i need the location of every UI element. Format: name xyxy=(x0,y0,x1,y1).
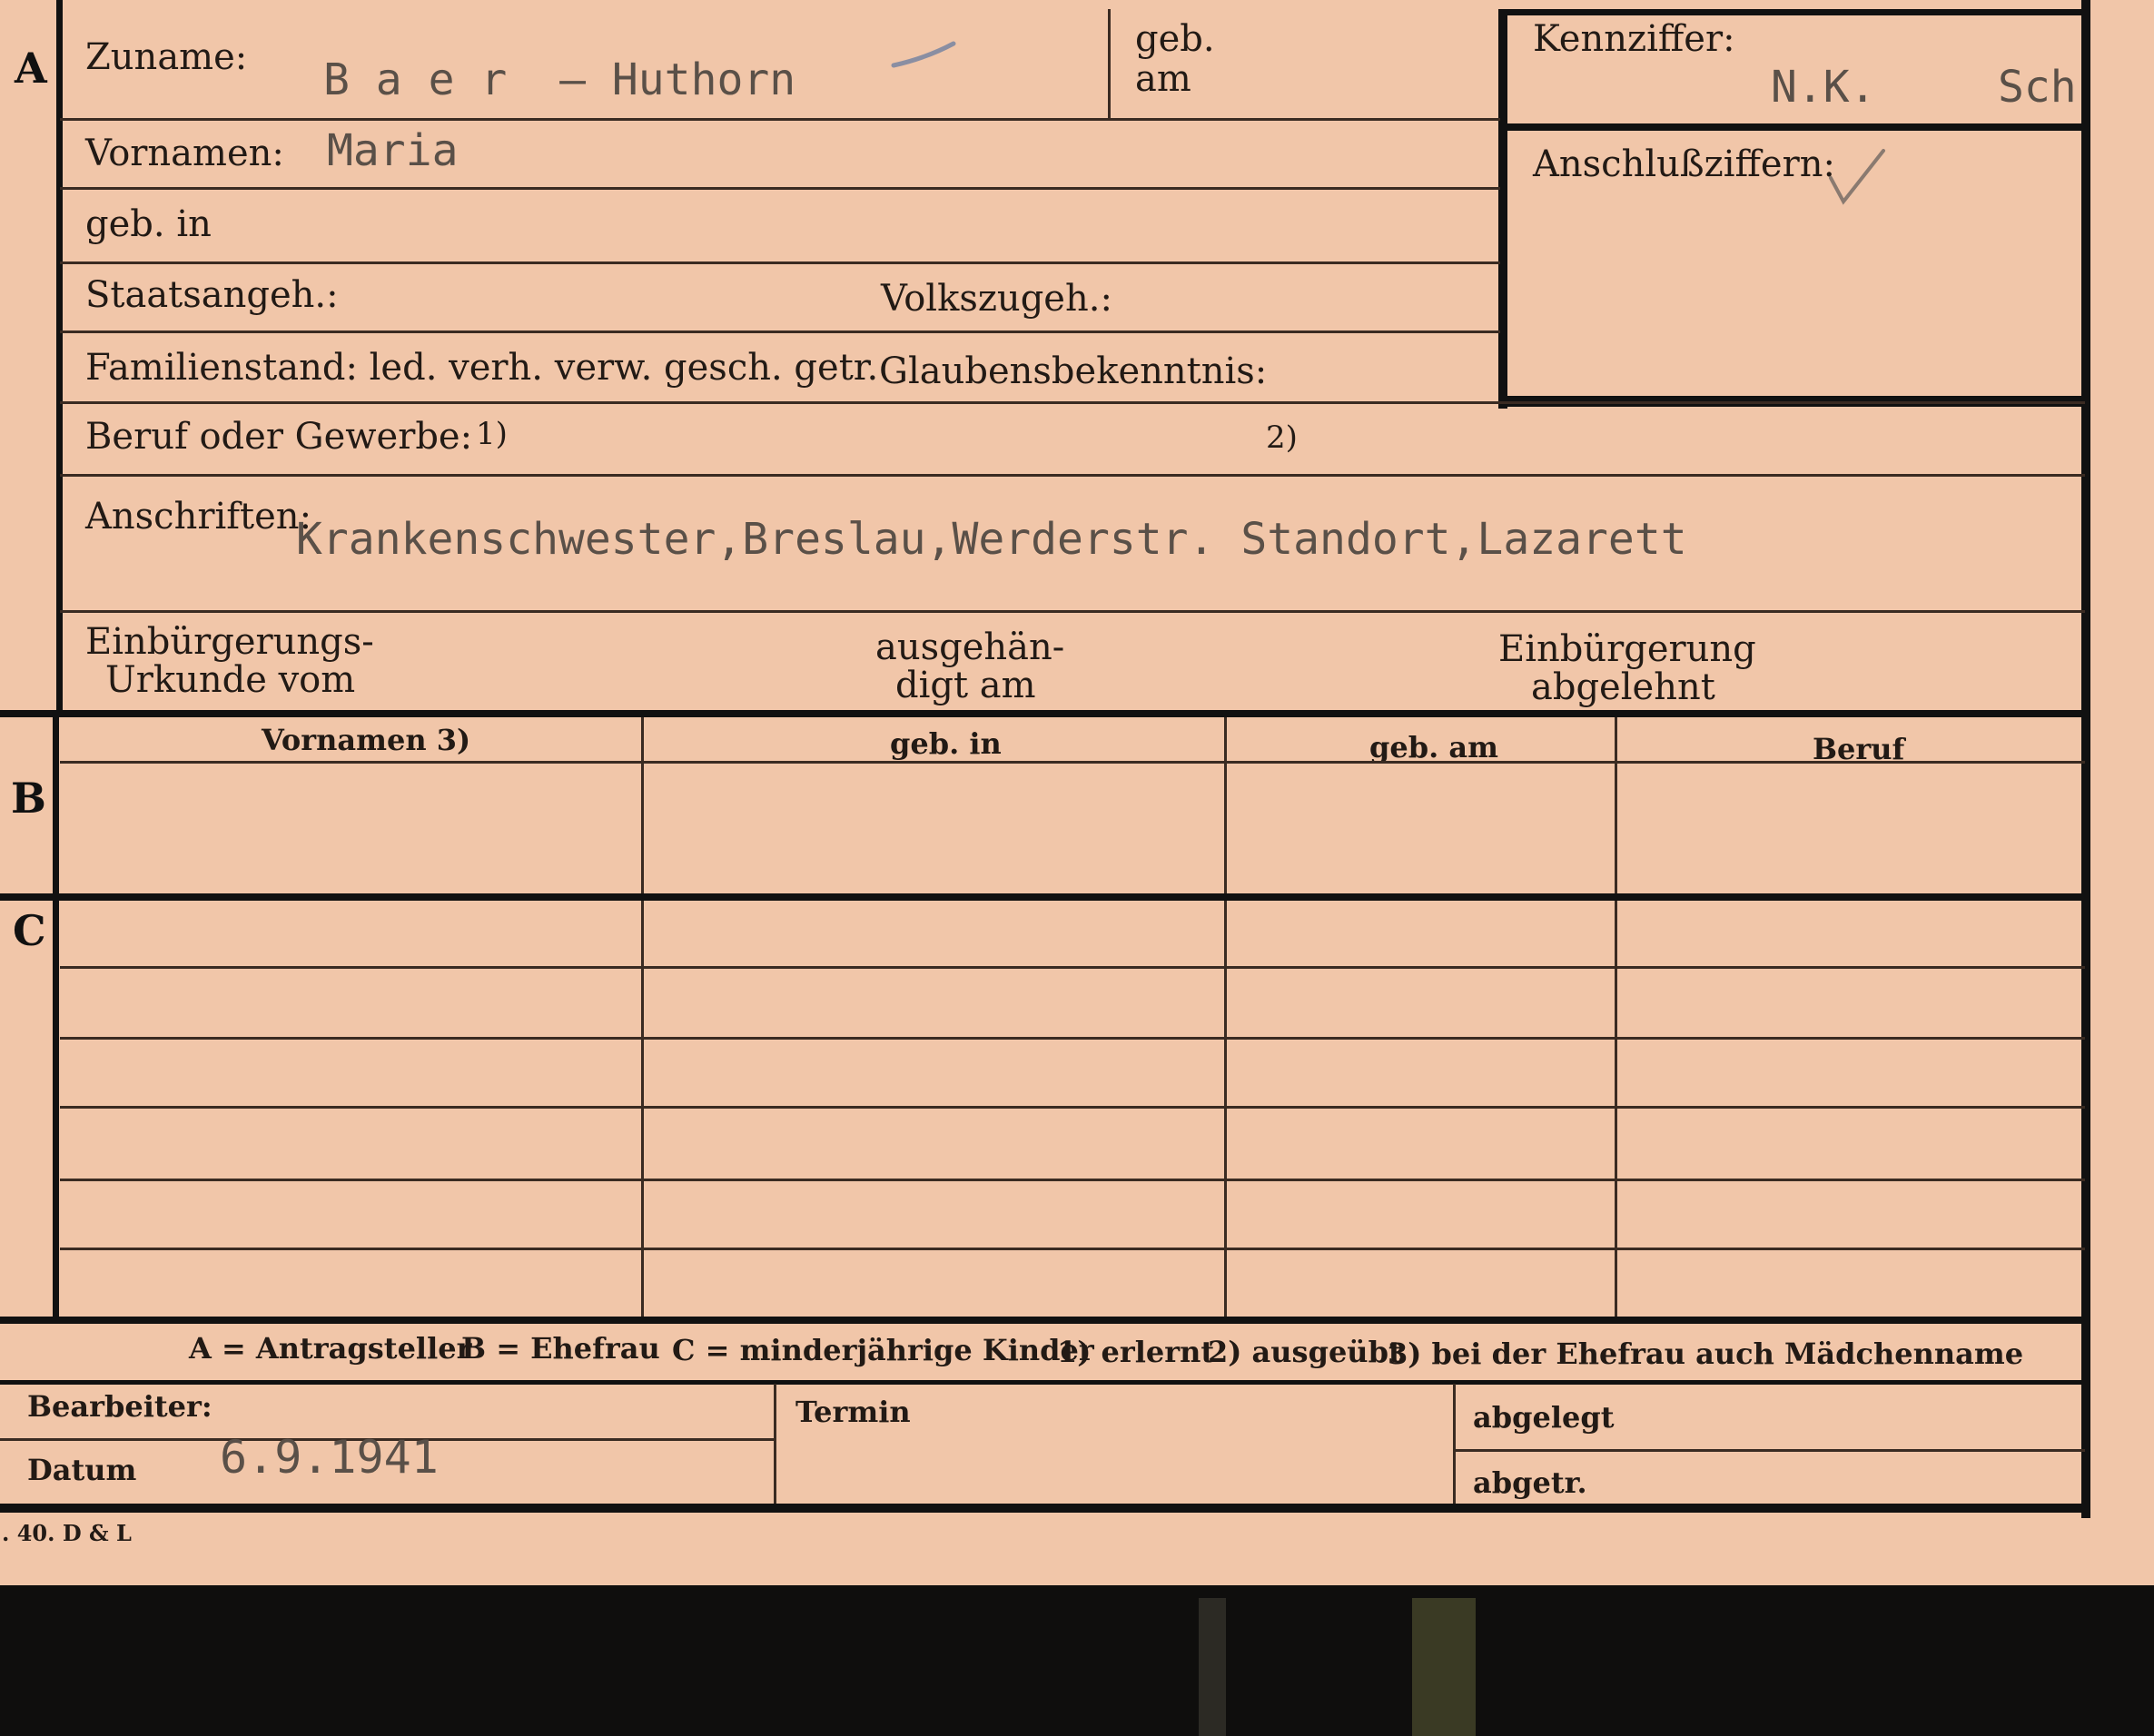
abgelegt-label: abgelegt xyxy=(1473,1400,1615,1435)
printer-mark: . 40. D & L xyxy=(2,1520,132,1546)
legend-bottom-rule xyxy=(0,1380,2090,1385)
footer-divider-1 xyxy=(774,1384,776,1504)
table-header-rule xyxy=(60,761,2085,764)
tick-mark-icon xyxy=(891,41,956,68)
table-col-divider-3 xyxy=(1615,717,1617,1317)
beruf-note-2: 2) xyxy=(1266,419,1298,456)
table-c-rule-1 xyxy=(60,966,2085,969)
rule-row7 xyxy=(60,610,2085,613)
bearbeiter-label: Bearbeiter: xyxy=(27,1389,212,1424)
ausgehaendigt-label-1: ausgehän- xyxy=(875,626,1065,668)
legend-b: B = Ehefrau xyxy=(461,1331,660,1366)
footer-abgelegt-rule xyxy=(1453,1449,2085,1452)
beruf-label: Beruf oder Gewerbe: xyxy=(85,416,473,458)
card-border-top-right xyxy=(1504,9,2090,15)
kennziffer-value-nk: N.K. xyxy=(1771,62,1876,113)
card-border-right xyxy=(2081,0,2090,1518)
table-col-divider-1 xyxy=(641,717,644,1317)
abgetr-label: abgetr. xyxy=(1473,1465,1587,1500)
zuname-label: Zuname: xyxy=(85,36,248,78)
ausgehaendigt-label-2: digt am xyxy=(895,665,1036,706)
zuname-value: B a e r – Huthorn xyxy=(323,54,796,105)
familienstand-label: Familienstand: led. verh. verw. gesch. g… xyxy=(85,347,879,389)
section-b-marker: B xyxy=(11,774,46,823)
volkszugeh-label: Volkszugeh.: xyxy=(881,278,1112,320)
anschlussziffern-label: Anschlußziffern: xyxy=(1533,143,1835,185)
termin-label: Termin xyxy=(795,1395,911,1429)
scanner-background xyxy=(0,1585,2154,1736)
kennziffer-box-left xyxy=(1498,9,1507,409)
anschriften-label: Anschriften: xyxy=(85,496,312,538)
legend-a: A = Antragsteller xyxy=(189,1331,472,1366)
vornamen-value: Maria xyxy=(327,125,459,176)
legend-c: C = minderjährige Kinder xyxy=(672,1333,1094,1367)
abgelehnt-label-2: abgelehnt xyxy=(1531,666,1715,708)
table-col-divider-2 xyxy=(1224,717,1227,1317)
legend-top-rule xyxy=(0,1317,2090,1324)
table-c-rule-5 xyxy=(60,1248,2085,1250)
table-c-rule-4 xyxy=(60,1179,2085,1181)
section-ab-divider xyxy=(0,710,2090,717)
table-c-rule-2 xyxy=(60,1037,2085,1040)
abgelehnt-label-1: Einbürgerung xyxy=(1498,628,1756,670)
datum-value: 6.9.1941 xyxy=(220,1431,439,1484)
rule-row4 xyxy=(60,330,1500,333)
table-header-geb-in: geb. in xyxy=(890,726,1002,761)
kennziffer-value-sch: Sch xyxy=(1998,62,2077,113)
geb-am-label-1: geb. xyxy=(1135,18,1215,60)
beruf-note-1: 1) xyxy=(476,416,508,452)
rule-row5 xyxy=(60,401,2085,404)
anschriften-value: Krankenschwester,Breslau,Werderstr. Stan… xyxy=(296,514,1687,565)
legend-note-1: 1) erlernt xyxy=(1057,1335,1215,1369)
index-card: A Kennziffer: N.K. Sch Anschlußziffern: … xyxy=(0,0,2154,1585)
section-a-marker: A xyxy=(15,44,47,93)
scanner-shadow-2 xyxy=(1412,1598,1476,1736)
staatsangeh-label: Staatsangeh.: xyxy=(85,274,339,316)
section-bc-divider xyxy=(0,893,2090,901)
rule-row3 xyxy=(60,261,1500,264)
einbuergerung-label-2: Urkunde vom xyxy=(105,659,356,701)
legend-note-2: 2) ausgeübt xyxy=(1208,1335,1402,1369)
rule-row1 xyxy=(60,118,1500,121)
scanner-shadow-1 xyxy=(1199,1598,1226,1736)
geb-am-divider xyxy=(1108,9,1111,118)
legend-note-3: 3) bei der Ehefrau auch Mädchenname xyxy=(1388,1337,2024,1371)
datum-label: Datum xyxy=(27,1453,137,1487)
table-header-vornamen: Vornamen 3) xyxy=(262,723,471,757)
table-header-geb-am: geb. am xyxy=(1369,730,1498,764)
einbuergerung-label-1: Einbürgerungs- xyxy=(85,621,374,663)
vornamen-label: Vornamen: xyxy=(85,133,284,174)
card-border-left-lower xyxy=(53,717,59,1317)
geb-in-label: geb. in xyxy=(85,203,212,245)
kennziffer-box-divider xyxy=(1504,123,2090,131)
rule-row2 xyxy=(60,187,1500,190)
footer-divider-2 xyxy=(1453,1384,1456,1504)
rule-row6 xyxy=(60,474,2085,477)
table-c-rule-3 xyxy=(60,1106,2085,1109)
geb-am-label-2: am xyxy=(1135,58,1191,100)
kennziffer-label: Kennziffer: xyxy=(1533,18,1735,60)
footer-bottom-rule xyxy=(0,1504,2090,1513)
glaubensbekenntnis-label: Glaubensbekenntnis: xyxy=(879,350,1268,392)
checkmark-icon xyxy=(1829,149,1885,205)
section-c-marker: C xyxy=(13,906,46,955)
